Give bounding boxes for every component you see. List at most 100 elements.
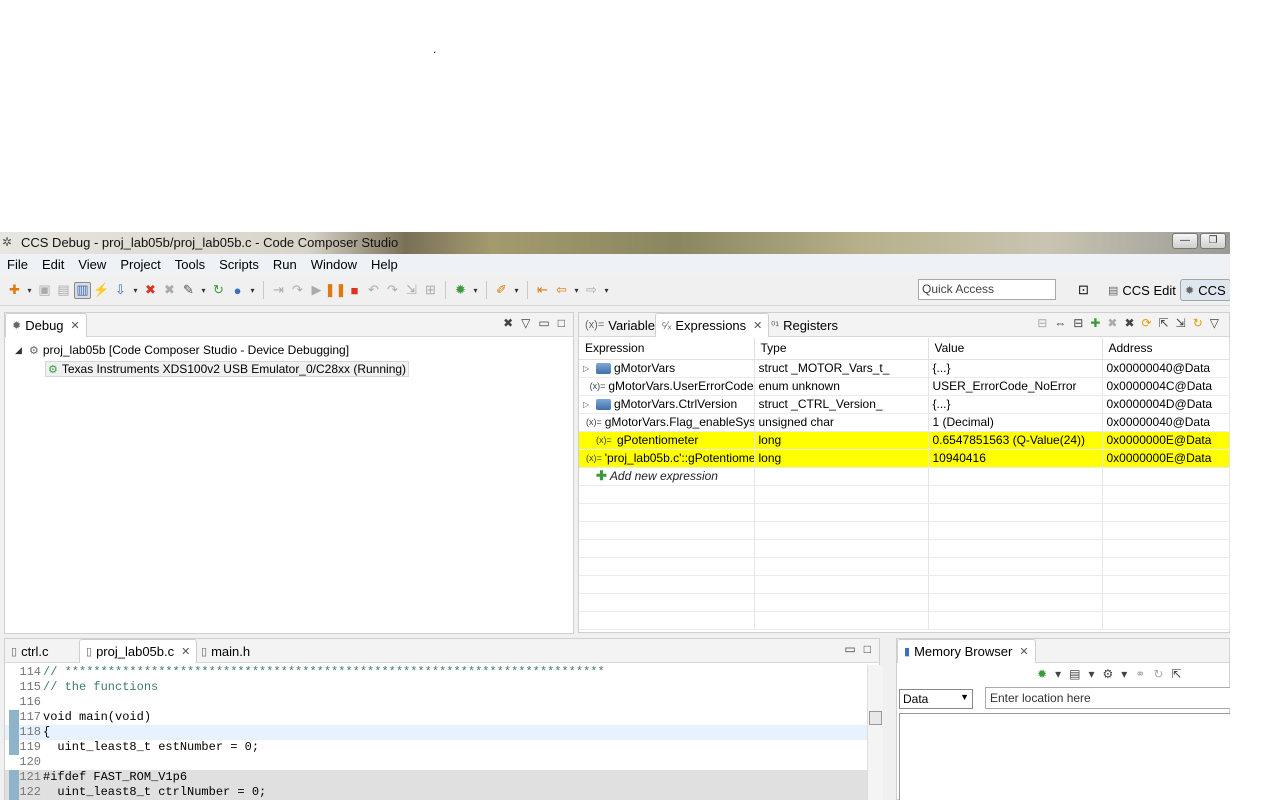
show-type-icon[interactable]: ⊟: [1037, 316, 1047, 330]
editor-scrollbar[interactable]: [867, 665, 883, 800]
add-expression-row[interactable]: ✚ Add new expression: [579, 467, 1230, 486]
value-cell[interactable]: 10940416: [928, 449, 1103, 468]
code-line[interactable]: 122 uint_least8_t ctrlNumber = 0;: [5, 785, 867, 800]
value-cell[interactable]: 1 (Decimal): [928, 413, 1103, 432]
debug-view-icon[interactable]: ▥: [74, 281, 91, 299]
remove-expression-icon[interactable]: ✖: [1107, 316, 1117, 330]
code-line[interactable]: 115// the functions: [5, 680, 867, 695]
value-cell[interactable]: USER_ErrorCode_NoError: [928, 377, 1103, 396]
open-perspective-icon[interactable]: ⊡: [1074, 279, 1093, 301]
maximize-icon[interactable]: □: [864, 642, 871, 656]
menu-scripts[interactable]: Scripts: [212, 257, 266, 272]
value-cell[interactable]: {...}: [928, 359, 1103, 378]
save-icon[interactable]: ▣: [36, 282, 53, 299]
dropdown-arrow-icon[interactable]: ▾: [602, 282, 611, 299]
expression-cell[interactable]: ▷ gMotorVars.CtrlVersion: [579, 395, 755, 414]
view-menu-icon[interactable]: ▽: [1210, 316, 1219, 330]
expression-row[interactable]: ▷ gMotorVars.CtrlVersion struct _CTRL_Vers…: [579, 395, 1230, 414]
tab-registers[interactable]: ⁰¹ Registers: [765, 313, 844, 337]
forward-icon[interactable]: ⇨: [583, 282, 600, 299]
maximize-icon[interactable]: □: [558, 316, 565, 330]
add-expression-cell[interactable]: ✚ Add new expression: [579, 467, 755, 486]
refresh-icon[interactable]: ↻: [1153, 667, 1163, 681]
link-icon[interactable]: ⚭: [1135, 667, 1145, 681]
code-line[interactable]: 116: [5, 695, 867, 710]
dropdown-arrow-icon[interactable]: ▾: [572, 282, 581, 299]
expression-row[interactable]: ▷ gMotorVars struct _MOTOR_Vars_t_ {...} 0x0…: [579, 359, 1230, 378]
remove-breakpoint-icon[interactable]: ✖: [142, 282, 159, 299]
column-type[interactable]: Type: [754, 338, 929, 360]
menu-help[interactable]: Help: [364, 257, 405, 272]
code-area[interactable]: 114// **********************************…: [5, 665, 867, 800]
reset-icon[interactable]: ↻: [210, 282, 227, 299]
menu-run[interactable]: Run: [266, 257, 304, 272]
ccs-debug-perspective[interactable]: ✹ CCS: [1180, 279, 1230, 301]
dropdown-arrow-icon[interactable]: ▾: [1055, 667, 1061, 681]
dropdown-arrow-icon[interactable]: ▾: [512, 282, 521, 299]
save-memory-icon[interactable]: ▤: [1069, 667, 1080, 681]
expression-row[interactable]: (x)= gPotentiometer long 0.6547851563 (Q-Va…: [579, 431, 1230, 450]
close-icon[interactable]: ✕: [1019, 645, 1028, 658]
dropdown-arrow-icon[interactable]: ▾: [25, 282, 34, 299]
new-icon[interactable]: ✚: [6, 282, 23, 299]
view-menu-icon[interactable]: ▽: [521, 316, 530, 330]
expression-cell[interactable]: (x)= gPotentiometer: [579, 431, 755, 450]
dropdown-arrow-icon[interactable]: ▾: [1121, 667, 1127, 681]
ccs-edit-perspective[interactable]: ▤ CCS Edit: [1104, 279, 1180, 301]
close-icon[interactable]: ✕: [181, 645, 190, 658]
menu-tools[interactable]: Tools: [168, 257, 212, 272]
tab-main-h[interactable]: ▯ main.h: [195, 639, 256, 663]
code-line[interactable]: 118{: [5, 725, 867, 740]
expression-cell[interactable]: (x)= gMotorVars.Flag_enableSys: [579, 413, 755, 432]
resume-icon[interactable]: ▶: [308, 282, 325, 299]
dropdown-arrow-icon[interactable]: ▾: [131, 282, 140, 299]
new-view-icon[interactable]: ⇱: [1171, 667, 1181, 681]
scrollbar-thumb[interactable]: [869, 711, 882, 725]
column-address[interactable]: Address: [1102, 338, 1230, 360]
memory-page-select[interactable]: Data ▼: [899, 689, 973, 709]
save-all-icon[interactable]: ▤: [55, 282, 72, 299]
title-bar[interactable]: ✲ CCS Debug - proj_lab05b/proj_lab05b.c …: [0, 232, 1230, 254]
dropdown-arrow-icon[interactable]: ▾: [248, 282, 257, 299]
last-edit-icon[interactable]: ⇤: [534, 282, 551, 299]
debug-config-icon[interactable]: ✹: [452, 282, 469, 299]
memory-content-area[interactable]: [899, 713, 1230, 800]
back-icon[interactable]: ⇦: [553, 282, 570, 299]
connect-icon[interactable]: ⚡: [93, 282, 110, 299]
expand-icon[interactable]: ▷: [583, 364, 593, 373]
tab-memory-browser[interactable]: ▮ Memory Browser ✕: [897, 639, 1036, 663]
close-icon[interactable]: ✕: [753, 319, 762, 332]
expression-cell[interactable]: ▷ gMotorVars: [579, 359, 755, 378]
code-line[interactable]: 119 uint_least8_t estNumber = 0;: [5, 740, 867, 755]
new-memory-tab-icon[interactable]: ✹: [1037, 667, 1047, 681]
assembly-step-icon[interactable]: ↷: [384, 282, 401, 299]
step-over-icon[interactable]: ↷: [289, 282, 306, 299]
expression-row[interactable]: (x)= gMotorVars.UserErrorCode enum unknown…: [579, 377, 1230, 396]
refresh-icon[interactable]: ↻: [1193, 316, 1203, 330]
remove-all-icon[interactable]: ✖: [161, 282, 178, 299]
tab-proj-lab05b-c[interactable]: ▯ proj_lab05b.c ✕: [79, 639, 198, 663]
expression-cell[interactable]: (x)='proj_lab05b.c'::gPotentiometer: [579, 449, 755, 468]
value-cell[interactable]: 0.6547851563 (Q-Value(24)): [928, 431, 1103, 450]
expression-cell[interactable]: (x)= gMotorVars.UserErrorCode: [579, 377, 755, 396]
menu-file[interactable]: File: [0, 257, 35, 272]
suspend-icon[interactable]: ❚❚: [325, 282, 347, 299]
menu-window[interactable]: Window: [304, 257, 364, 272]
tab-debug[interactable]: ✹ Debug ✕: [5, 313, 87, 337]
quick-access-input[interactable]: Quick Access: [918, 279, 1056, 300]
memory-location-input[interactable]: Enter location here: [985, 687, 1230, 709]
collapse-all-icon[interactable]: ⊟: [1073, 316, 1083, 330]
layout-icon[interactable]: ⇔: [1054, 316, 1066, 330]
bug-icon[interactable]: ●: [229, 282, 246, 299]
continuous-refresh-icon[interactable]: ⟳: [1142, 316, 1152, 330]
tree-item-emulator[interactable]: ⚙ Texas Instruments XDS100v2 USB Emulato…: [45, 361, 410, 377]
expression-row[interactable]: (x)='proj_lab05b.c'::gPotentiometer long 1…: [579, 449, 1230, 468]
remove-terminated-icon[interactable]: ✖: [503, 316, 513, 330]
code-line[interactable]: 114// **********************************…: [5, 665, 867, 680]
close-icon[interactable]: ✕: [71, 319, 80, 332]
add-expression-icon[interactable]: ✚: [1090, 316, 1100, 330]
instruction-mode-icon[interactable]: ⊞: [422, 282, 439, 299]
minimize-button[interactable]: —: [1172, 233, 1198, 249]
minimize-icon[interactable]: ▭: [538, 316, 549, 330]
memory-tools-icon[interactable]: ⚙: [1102, 667, 1113, 681]
